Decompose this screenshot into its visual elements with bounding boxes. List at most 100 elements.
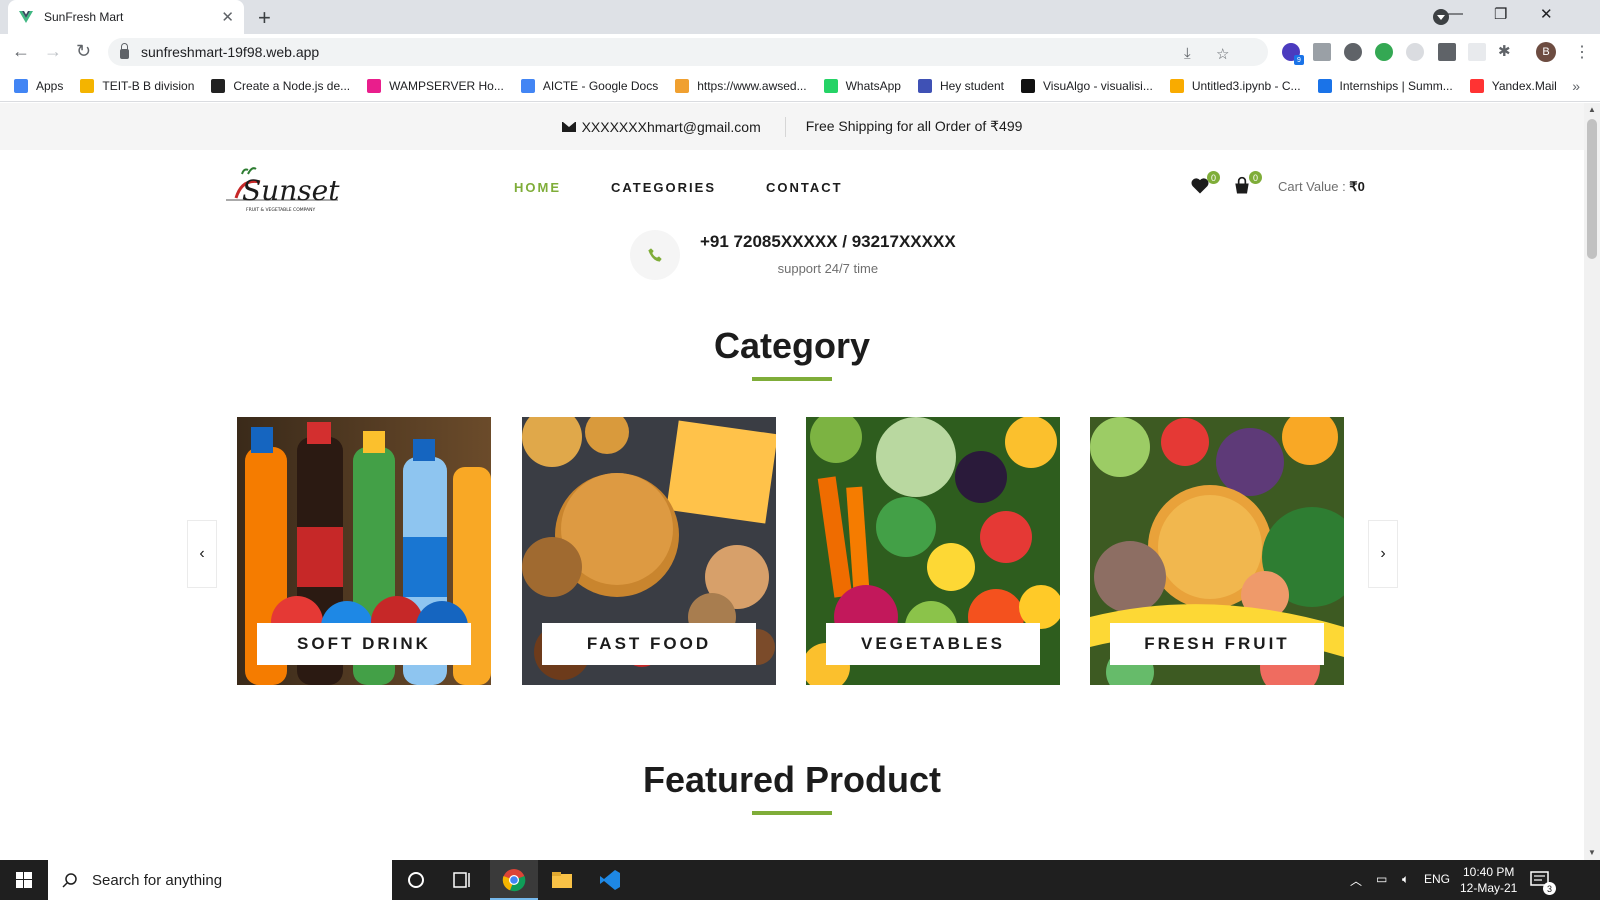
task-view-icon[interactable] xyxy=(450,868,474,892)
bookmark-item[interactable]: TEIT-B B division xyxy=(80,78,194,93)
bookmark-label: VisuAlgo - visualisi... xyxy=(1043,78,1153,93)
restore-icon[interactable]: ❐ xyxy=(1494,5,1507,23)
back-icon[interactable]: ← xyxy=(12,41,30,62)
bookmark-item[interactable]: AICTE - Google Docs xyxy=(520,78,658,93)
browser-menu-icon[interactable]: ⋮ xyxy=(1574,42,1590,62)
bookmark-label: Hey student xyxy=(939,78,1004,93)
bookmark-item[interactable]: Untitled3.ipynb - C... xyxy=(1169,78,1301,93)
bookmarks-overflow-icon[interactable]: » xyxy=(1572,78,1580,94)
nav-home[interactable]: HOME xyxy=(514,180,561,195)
cortana-icon[interactable] xyxy=(404,868,428,892)
wishlist-count-badge: 0 xyxy=(1207,171,1220,184)
carousel-next-button[interactable]: › xyxy=(1368,520,1398,588)
volume-icon[interactable]: 🔈︎ xyxy=(1402,872,1409,887)
nav-categories[interactable]: CATEGORIES xyxy=(611,180,716,195)
category-card-soft-drink[interactable]: SOFT DRINK xyxy=(237,417,491,685)
bookmark-item[interactable]: Apps xyxy=(14,78,63,93)
color-picker-extension-icon[interactable] xyxy=(1438,43,1456,61)
bookmark-favicon-icon xyxy=(1169,78,1184,93)
vue-devtools-icon[interactable] xyxy=(1313,43,1331,61)
cart-amount: ₹0 xyxy=(1349,179,1365,194)
screenshot-extension-icon[interactable] xyxy=(1468,43,1486,61)
carousel-prev-button[interactable]: ‹ xyxy=(187,520,217,588)
green-plus-extension-icon[interactable] xyxy=(1375,43,1393,61)
bookmark-label: Internships | Summ... xyxy=(1339,78,1453,93)
mail-icon xyxy=(561,121,576,132)
taskbar-search-placeholder: Search for anything xyxy=(92,871,223,889)
browser-tabstrip: SunFresh Mart ✕ + — ❐ ✕ xyxy=(0,0,1600,34)
nav-contact[interactable]: CONTACT xyxy=(766,180,843,195)
category-card-fresh-fruit[interactable]: FRESH FRUIT xyxy=(1090,417,1344,685)
bookmark-favicon-icon xyxy=(823,78,838,93)
search-icon xyxy=(62,873,77,888)
network-icon[interactable]: ▭ xyxy=(1376,872,1387,886)
cart-button[interactable]: 0 xyxy=(1232,171,1262,198)
taskbar-clock[interactable]: 10:40 PM 12-May-21 xyxy=(1460,864,1517,896)
phone-contact: +91 72085XXXXX / 93217XXXXX support 24/7… xyxy=(630,230,956,280)
scroll-down-icon[interactable]: ▼ xyxy=(1588,848,1596,857)
bookmark-favicon-icon xyxy=(367,78,382,93)
browser-tab[interactable]: SunFresh Mart ✕ xyxy=(8,0,244,34)
cart-value: Cart Value : ₹0 xyxy=(1278,179,1365,194)
tab-title: SunFresh Mart xyxy=(44,10,124,24)
chrome-taskbar-button[interactable] xyxy=(490,860,538,900)
bookmark-item[interactable]: WhatsApp xyxy=(823,78,901,93)
category-title: Category xyxy=(713,325,871,366)
tab-close-icon[interactable]: ✕ xyxy=(221,8,234,26)
bookmark-item[interactable]: VisuAlgo - visualisi... xyxy=(1021,78,1153,93)
scroll-up-icon[interactable]: ▲ xyxy=(1588,105,1596,114)
extensions-puzzle-icon[interactable]: ✱ xyxy=(1498,42,1511,60)
minimize-icon[interactable]: — xyxy=(1448,5,1463,22)
profile-avatar[interactable]: B xyxy=(1536,42,1556,62)
install-app-icon[interactable]: ⤓ xyxy=(1184,45,1191,62)
vscode-icon[interactable] xyxy=(598,868,622,892)
bookmark-item[interactable]: WAMPSERVER Ho... xyxy=(367,78,504,93)
svg-text:Sunset: Sunset xyxy=(242,174,340,207)
page-viewport: XXXXXXXhmart@gmail.com Free Shipping for… xyxy=(0,103,1584,860)
wishlist-button[interactable]: 0 xyxy=(1190,171,1220,198)
topbar-divider xyxy=(784,116,786,137)
clock-date: 12-May-21 xyxy=(1460,881,1518,895)
taskbar-search-box[interactable]: Search for anything xyxy=(48,860,392,900)
forward-icon[interactable]: → xyxy=(44,41,62,62)
reload-icon[interactable]: ↻ xyxy=(76,41,91,62)
dark-mode-extension-icon[interactable] xyxy=(1344,43,1362,61)
vue-favicon-icon xyxy=(19,11,33,23)
address-bar[interactable]: sunfreshmart-19f98.web.app ⤓ ☆ xyxy=(108,38,1268,66)
timer-extension-icon[interactable] xyxy=(1406,43,1424,61)
bookmark-item[interactable]: https://www.awsed... xyxy=(675,78,807,93)
category-label: VEGETABLES xyxy=(826,623,1040,665)
file-explorer-icon[interactable] xyxy=(550,868,574,892)
scroll-thumb[interactable] xyxy=(1587,119,1597,259)
bookmark-star-icon[interactable]: ☆ xyxy=(1216,45,1229,63)
tray-overflow-icon[interactable]: ︿ xyxy=(1350,872,1362,889)
category-label: FRESH FRUIT xyxy=(1110,623,1324,665)
support-hours: support 24/7 time xyxy=(777,261,879,276)
bookmark-item[interactable]: Internships | Summ... xyxy=(1317,78,1453,93)
url-text: sunfreshmart-19f98.web.app xyxy=(141,44,320,60)
category-card-vegetables[interactable]: VEGETABLES xyxy=(806,417,1060,685)
language-indicator[interactable]: ENG xyxy=(1424,872,1450,886)
featured-title-underline xyxy=(752,811,832,815)
bookmark-favicon-icon xyxy=(80,78,95,93)
info-topbar: XXXXXXXhmart@gmail.com Free Shipping for… xyxy=(0,103,1584,150)
windows-taskbar: Search for anything ︿ ▭ 🔈︎ ENG 10:40 PM … xyxy=(0,860,1600,900)
sunset-logo[interactable]: Sunset FRUIT & VEGETABLE COMPANY xyxy=(222,160,342,220)
bookmark-item[interactable]: Yandex.Mail xyxy=(1469,78,1557,93)
bookmark-item[interactable]: Hey student xyxy=(917,78,1004,93)
tab-search-icon[interactable] xyxy=(1433,9,1449,25)
bookmark-label: Untitled3.ipynb - C... xyxy=(1191,78,1301,93)
windows-start-icon[interactable] xyxy=(16,872,32,888)
bookmark-favicon-icon xyxy=(1469,78,1484,93)
category-card-fast-food[interactable]: FAST FOOD xyxy=(522,417,776,685)
featured-product-title: Featured Product xyxy=(642,759,942,800)
new-tab-icon[interactable]: + xyxy=(258,5,271,31)
extension-badge: 9 xyxy=(1294,55,1304,65)
notification-count-badge: 3 xyxy=(1543,882,1556,895)
page-scrollbar[interactable]: ▲ ▼ xyxy=(1584,103,1600,860)
window-close-icon[interactable]: ✕ xyxy=(1540,5,1553,23)
bookmark-favicon-icon xyxy=(211,78,226,93)
bookmark-item[interactable]: Create a Node.js de... xyxy=(211,78,350,93)
category-label: FAST FOOD xyxy=(542,623,756,665)
contact-email[interactable]: XXXXXXXhmart@gmail.com xyxy=(582,119,761,135)
